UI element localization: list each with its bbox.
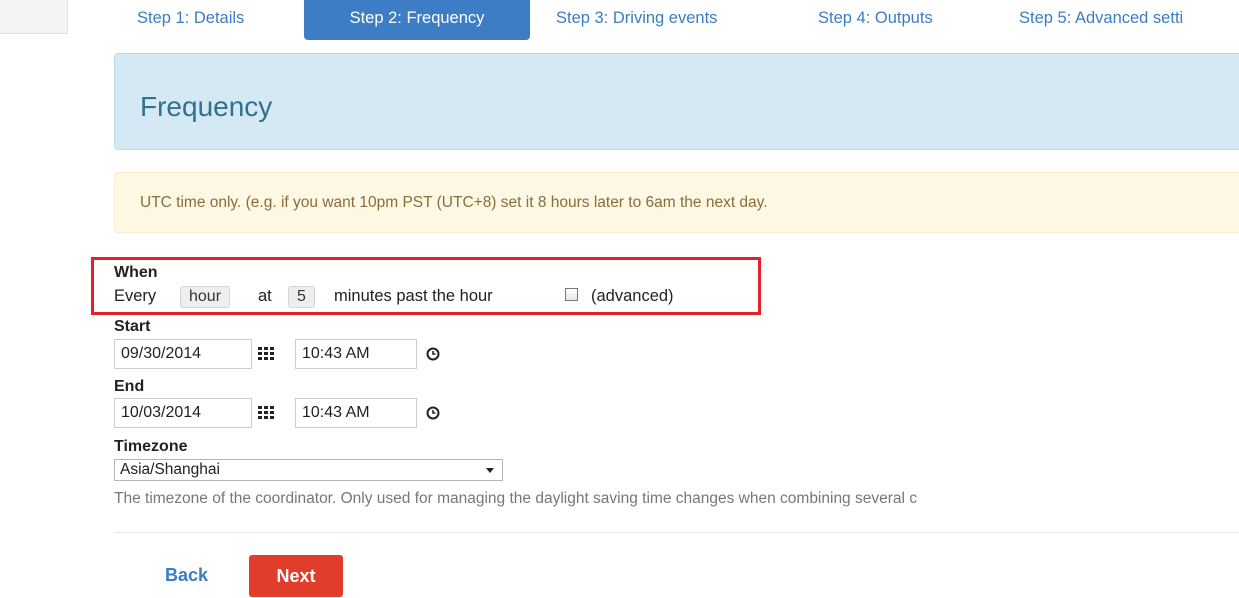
timezone-label: Timezone bbox=[114, 438, 188, 455]
minutes-select[interactable]: 5 bbox=[288, 286, 315, 308]
page-title: Frequency bbox=[140, 91, 273, 122]
sidebar-stub bbox=[0, 0, 68, 34]
tab-step-3-driving-events[interactable]: Step 3: Driving events bbox=[556, 0, 717, 40]
utc-alert: UTC time only. (e.g. if you want 10pm PS… bbox=[114, 172, 1239, 233]
timezone-selected-value: Asia/Shanghai bbox=[120, 461, 220, 478]
tab-step-4-outputs[interactable]: Step 4: Outputs bbox=[818, 0, 933, 40]
clock-icon[interactable] bbox=[426, 406, 440, 420]
minutes-suffix-text: minutes past the hour bbox=[334, 287, 493, 305]
tab-step-1-details[interactable]: Step 1: Details bbox=[137, 0, 244, 40]
chevron-down-icon bbox=[486, 468, 494, 473]
clock-icon[interactable] bbox=[426, 347, 440, 361]
timezone-select[interactable]: Asia/Shanghai bbox=[114, 459, 503, 481]
frequency-unit-select[interactable]: hour bbox=[180, 286, 231, 308]
when-label: When bbox=[114, 264, 158, 281]
tab-step-2-frequency[interactable]: Step 2: Frequency bbox=[304, 0, 530, 40]
timezone-help-text: The timezone of the coordinator. Only us… bbox=[114, 490, 918, 507]
calendar-icon[interactable] bbox=[258, 347, 275, 360]
back-button[interactable]: Back bbox=[165, 565, 208, 586]
every-text: Every bbox=[114, 287, 157, 305]
advanced-checkbox[interactable] bbox=[565, 288, 578, 301]
end-label: End bbox=[114, 378, 145, 395]
end-time-input[interactable]: 10:43 AM bbox=[295, 398, 417, 428]
start-date-input[interactable]: 09/30/2014 bbox=[114, 339, 252, 369]
start-time-input[interactable]: 10:43 AM bbox=[295, 339, 417, 369]
next-button[interactable]: Next bbox=[249, 555, 343, 597]
at-text: at bbox=[258, 287, 272, 305]
calendar-icon[interactable] bbox=[258, 406, 275, 419]
start-label: Start bbox=[114, 318, 151, 335]
wizard-tabs: Step 1: Details Step 2: Frequency Step 3… bbox=[115, 0, 1239, 40]
tab-step-5-advanced-settings[interactable]: Step 5: Advanced setti bbox=[1019, 0, 1183, 40]
page-header: Frequency bbox=[114, 53, 1239, 150]
advanced-label: (advanced) bbox=[591, 287, 674, 305]
divider bbox=[114, 532, 1239, 533]
utc-alert-text: UTC time only. (e.g. if you want 10pm PS… bbox=[140, 194, 768, 211]
end-date-input[interactable]: 10/03/2014 bbox=[114, 398, 252, 428]
